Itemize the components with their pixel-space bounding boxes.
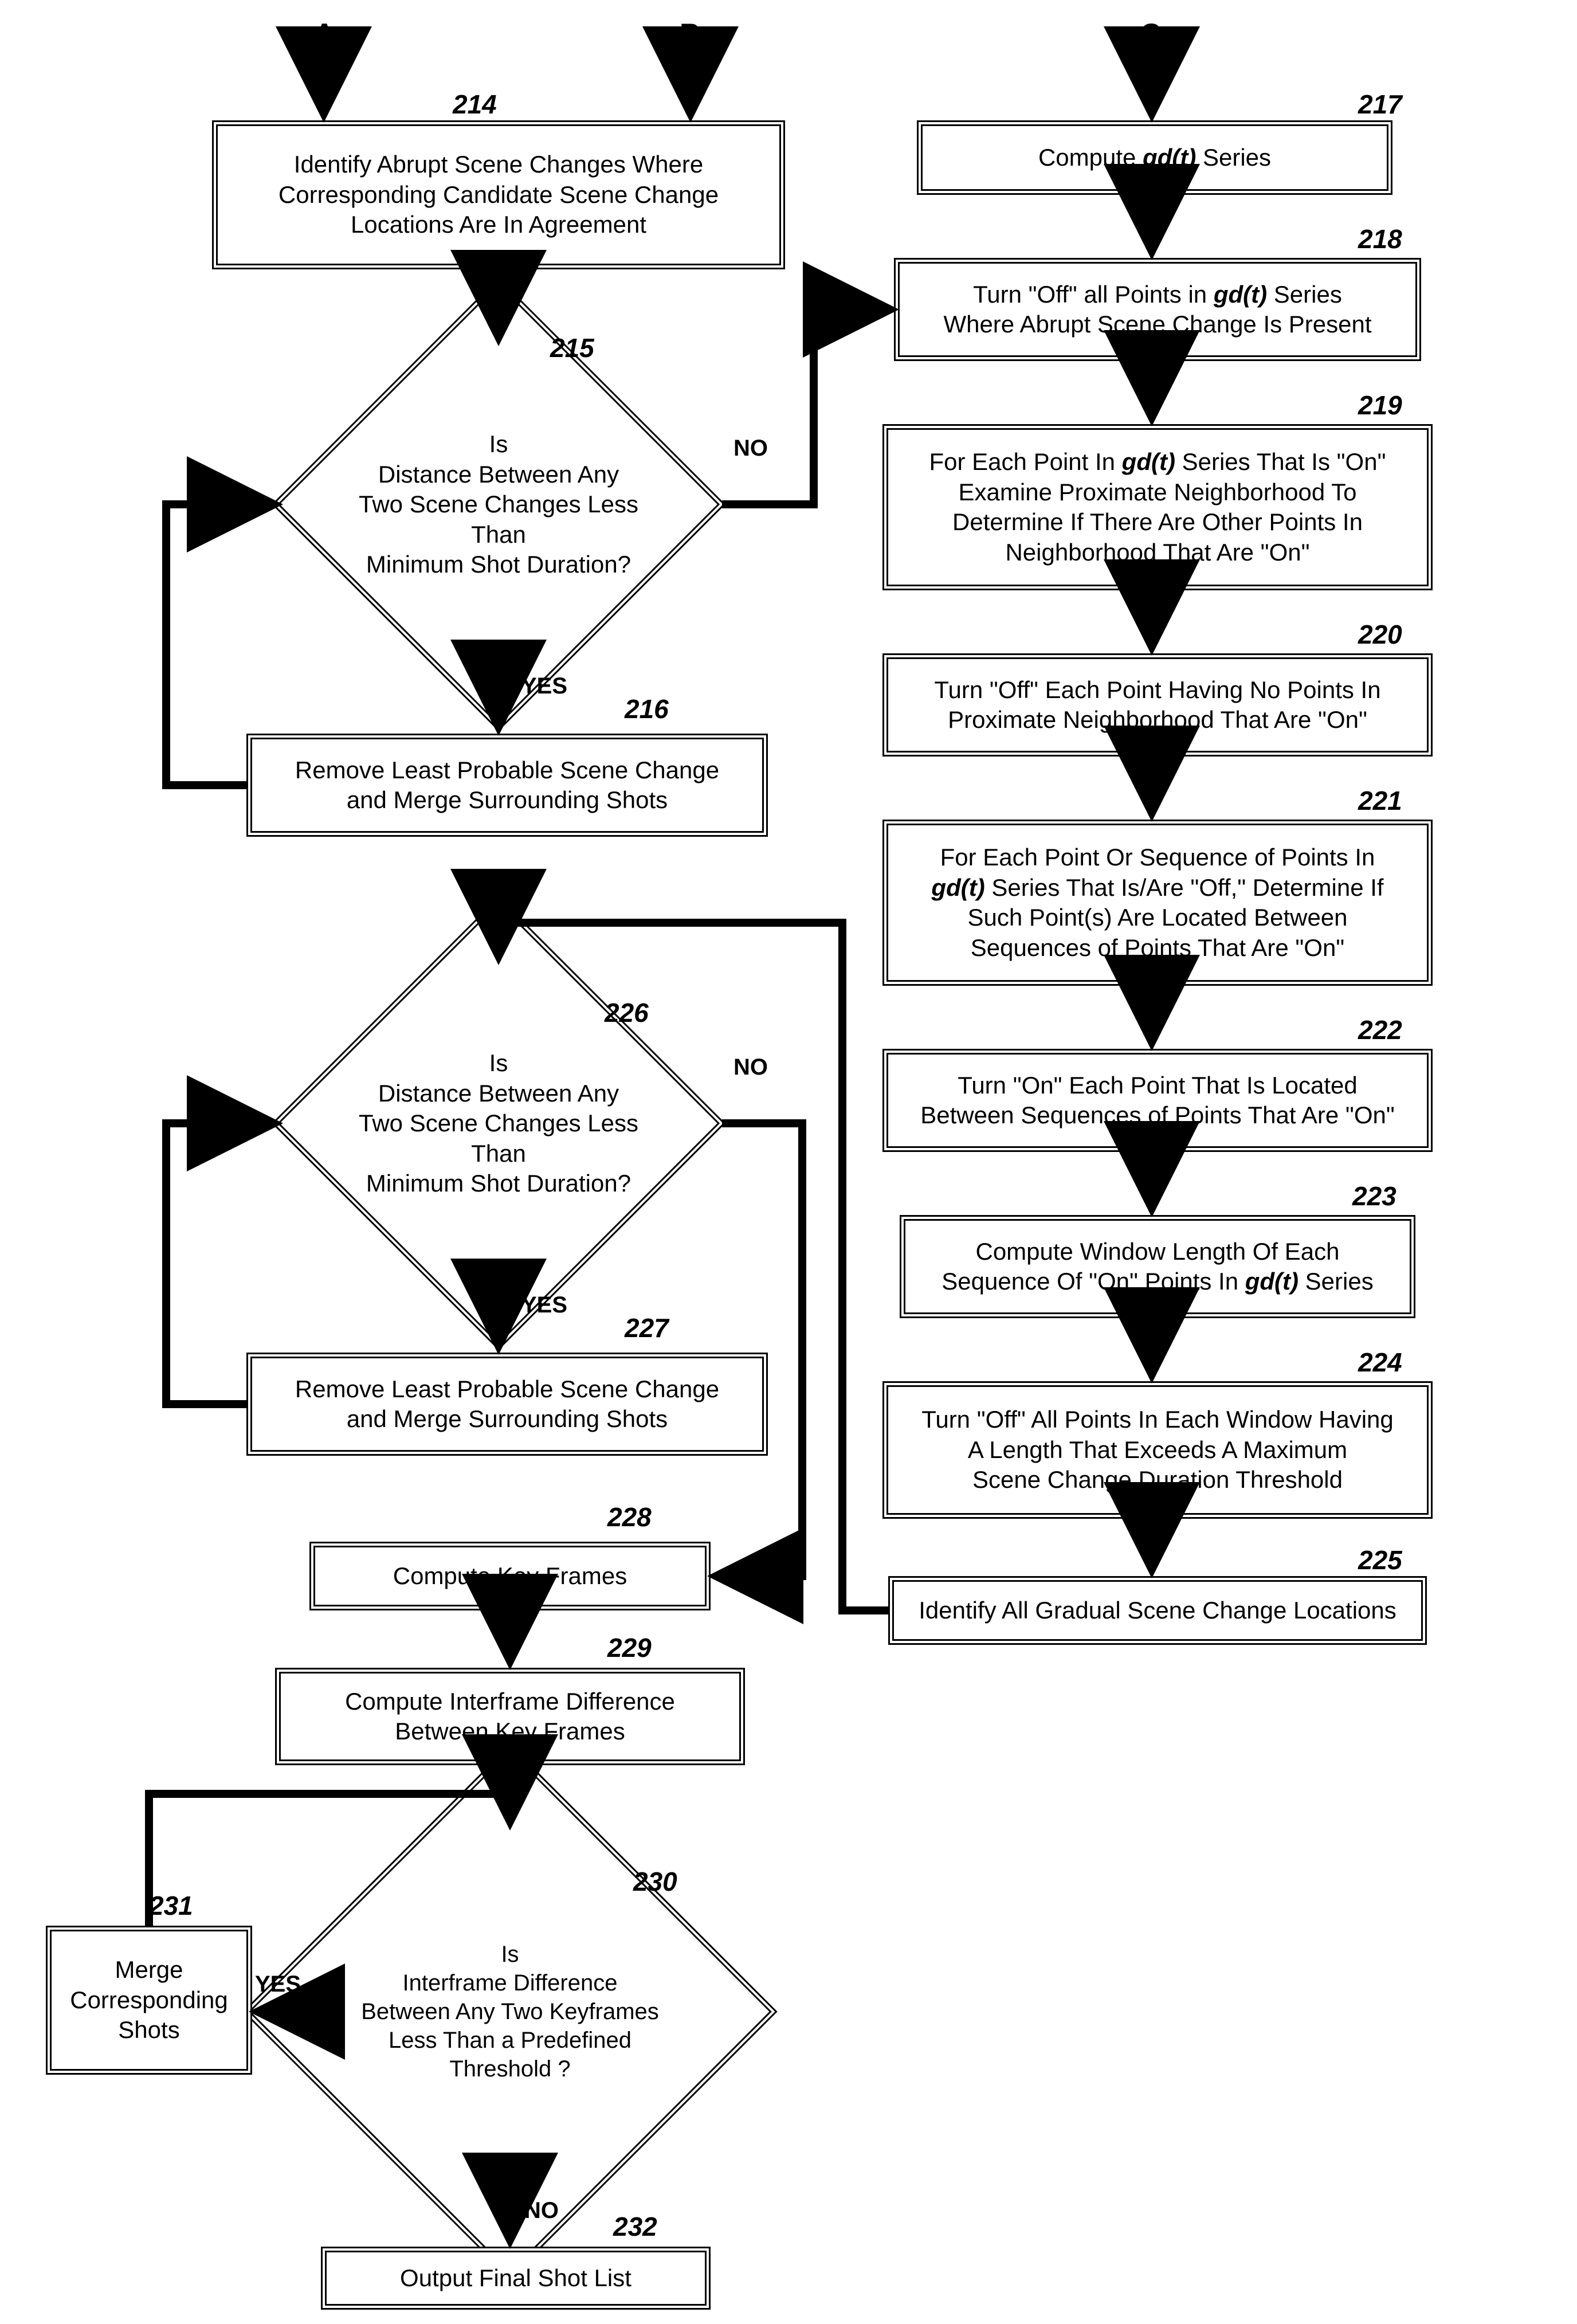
node-227: Remove Least Probable Scene Change and M… [246, 1353, 768, 1456]
node-232: Output Final Shot List [321, 2247, 711, 2310]
label-222: 222 [1358, 1014, 1402, 1045]
text: Turn "On" Each Point That Is Located [958, 1071, 1358, 1101]
label-216: 216 [625, 693, 669, 724]
text: Where Abrupt Scene Change Is Present [943, 309, 1371, 340]
no-215: NO [733, 436, 768, 461]
label-229: 229 [607, 1632, 652, 1663]
text: Shots [118, 2015, 179, 2045]
text: gd(t) Series That Is/Are "Off," Determin… [931, 873, 1383, 903]
text: For Each Point Or Sequence of Points In [940, 842, 1375, 873]
label-228: 228 [607, 1502, 652, 1533]
yes-226: YES [521, 1292, 567, 1318]
text: Examine Proximate Neighborhood To [959, 477, 1357, 508]
text: Is Distance Between Any Two Scene Change… [354, 1048, 643, 1199]
text: For Each Point In gd(t) Series That Is "… [929, 447, 1386, 477]
node-215: Is Distance Between Any Two Scene Change… [338, 344, 659, 665]
text: Determine If There Are Other Points In [952, 507, 1363, 538]
text: Scene Change Duration Threshold [972, 1465, 1343, 1495]
text: Between Key Frames [395, 1716, 625, 1747]
text: Identify Abrupt Scene Changes Where [294, 150, 703, 180]
node-216: Remove Least Probable Scene Change and M… [246, 734, 768, 837]
node-225: Identify All Gradual Scene Change Locati… [888, 1576, 1427, 1645]
text: Compute Key Frames [393, 1561, 627, 1592]
label-232: 232 [613, 2211, 657, 2242]
label-215: 215 [550, 332, 594, 363]
node-222: Turn "On" Each Point That Is Located Bet… [882, 1049, 1433, 1152]
text: Remove Least Probable Scene Change [295, 1374, 719, 1405]
text: Compute Interframe Difference [345, 1687, 675, 1717]
text: and Merge Surrounding Shots [347, 1404, 668, 1435]
node-221: For Each Point Or Sequence of Points In … [882, 820, 1433, 986]
no-230: NO [524, 2198, 559, 2224]
text: Turn "Off" Each Point Having No Points I… [934, 675, 1380, 706]
text: Remove Least Probable Scene Change [295, 755, 719, 786]
label-230: 230 [633, 1866, 677, 1897]
node-228: Compute Key Frames [309, 1542, 711, 1610]
text: Corresponding Candidate Scene Change [278, 180, 719, 210]
text: Merge [115, 1955, 183, 1985]
node-224: Turn "Off" All Points In Each Window Hav… [882, 1381, 1433, 1519]
text: A Length That Exceeds A Maximum [968, 1435, 1347, 1465]
text: Locations Are In Agreement [351, 210, 646, 240]
node-223: Compute Window Length Of Each Sequence O… [900, 1215, 1415, 1318]
text: Neighborhood That Are "On" [1005, 538, 1309, 568]
label-217: 217 [1358, 89, 1402, 120]
node-220: Turn "Off" Each Point Having No Points I… [882, 653, 1433, 757]
node-217: Compute gd(t) Series [917, 120, 1392, 195]
text: Between Sequences of Points That Are "On… [920, 1100, 1395, 1131]
text: Turn "Off" All Points In Each Window Hav… [921, 1405, 1394, 1435]
label-220: 220 [1358, 619, 1402, 650]
label-218: 218 [1358, 224, 1402, 254]
node-218: Turn "Off" all Points in gd(t) Series Wh… [894, 258, 1421, 361]
node-231: Merge Corresponding Shots [46, 1926, 252, 2075]
label-225: 225 [1358, 1545, 1402, 1576]
label-214: 214 [453, 89, 497, 120]
label-231: 231 [149, 1890, 193, 1921]
label-224: 224 [1358, 1347, 1402, 1378]
label-223: 223 [1352, 1181, 1396, 1212]
node-214: Identify Abrupt Scene Changes Where Corr… [212, 120, 785, 269]
label-221: 221 [1358, 785, 1402, 816]
text: and Merge Surrounding Shots [347, 785, 668, 816]
node-219: For Each Point In gd(t) Series That Is "… [882, 424, 1433, 590]
text: Sequence Of "On" Points In gd(t) Series [942, 1267, 1373, 1297]
text: Is Distance Between Any Two Scene Change… [354, 429, 643, 580]
label-227: 227 [625, 1312, 669, 1343]
text: Such Point(s) Are Located Between [967, 903, 1347, 933]
label-219: 219 [1358, 390, 1402, 421]
text: Output Final Shot List [400, 2263, 631, 2294]
text: Turn "Off" all Points in gd(t) Series [973, 280, 1342, 310]
entry-a: A [314, 17, 335, 50]
text: Compute gd(t) Series [1038, 143, 1271, 173]
yes-230: YES [255, 1972, 301, 1997]
text: Identify All Gradual Scene Change Locati… [919, 1596, 1396, 1626]
text: Sequences of Points That Are "On" [971, 933, 1344, 963]
text: Corresponding [70, 1985, 228, 2016]
text: Proximate Neighborhood That Are "On" [948, 705, 1367, 735]
yes-215: YES [521, 673, 567, 699]
entry-c: C [1140, 17, 1161, 50]
text: Is Interframe Difference Between Any Two… [340, 1940, 680, 2083]
flowchart-canvas: A B C Identify Abrupt Scene Changes Wher… [0, 0, 1577, 2324]
no-226: NO [733, 1055, 768, 1080]
text: Compute Window Length Of Each [975, 1237, 1339, 1267]
label-226: 226 [605, 997, 649, 1028]
entry-b: B [680, 17, 700, 50]
